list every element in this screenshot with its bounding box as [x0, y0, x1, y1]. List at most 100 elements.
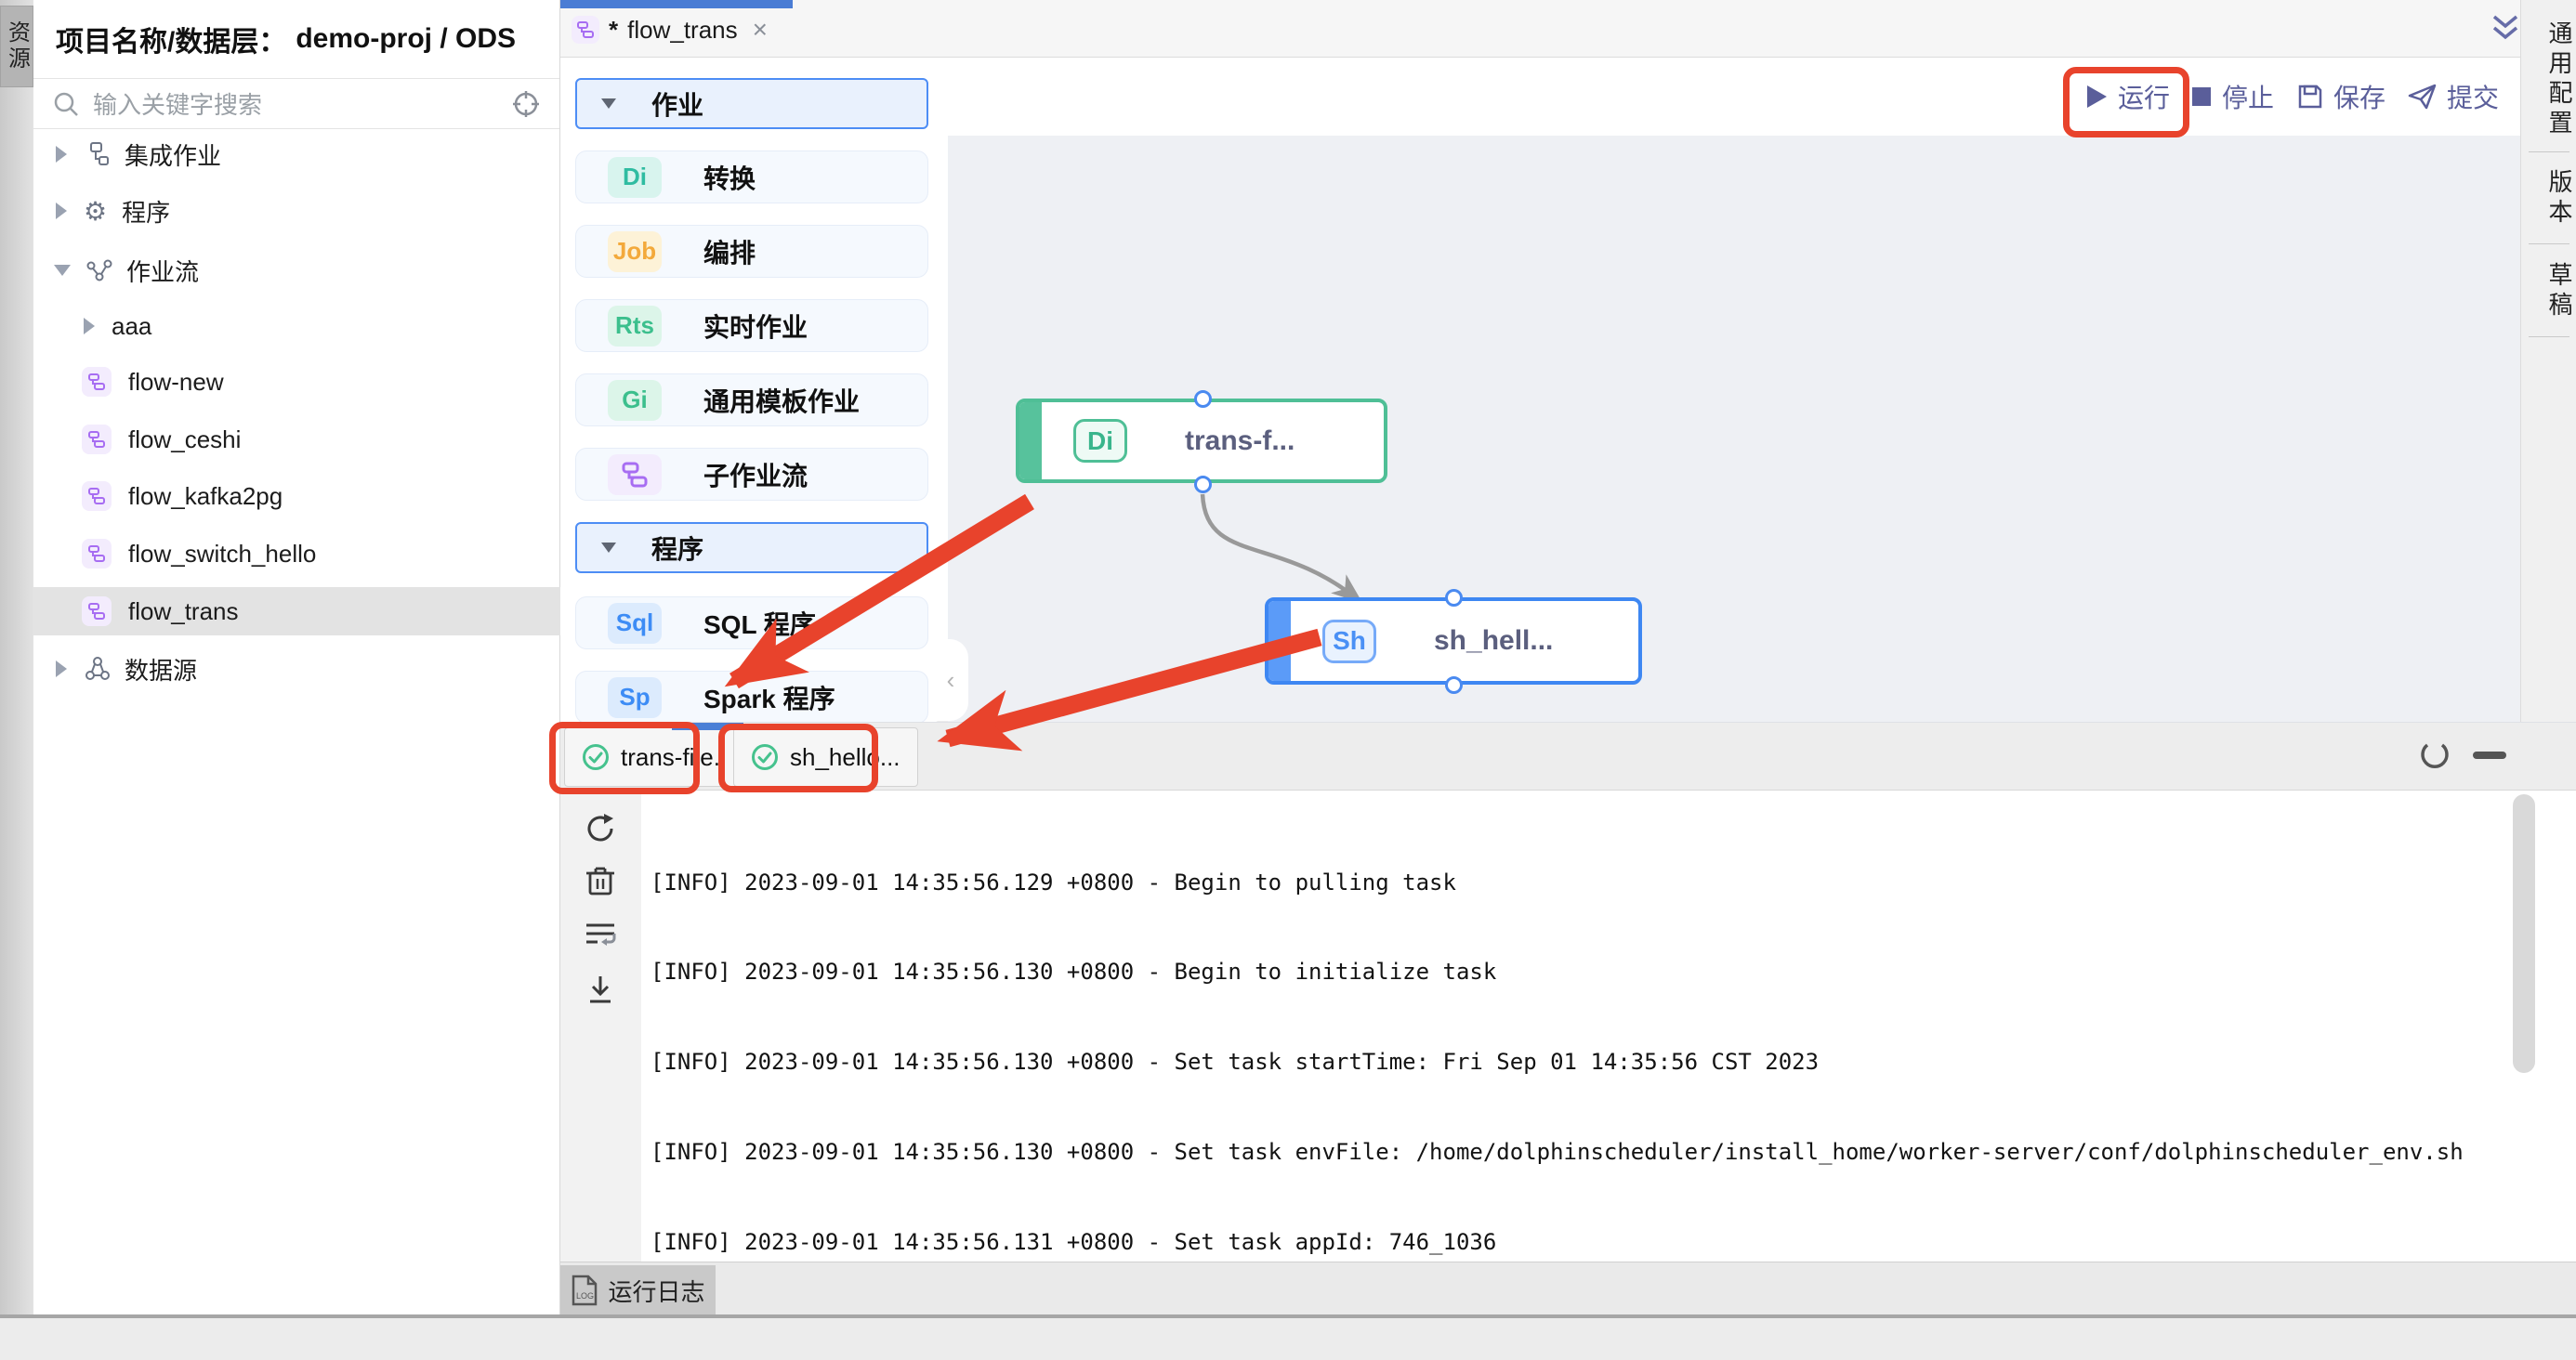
tab-label: flow_trans [627, 16, 738, 45]
tab-flow-trans[interactable]: * flow_trans × [572, 15, 768, 45]
caret-expanded-icon [601, 98, 616, 109]
task-tab-label: trans-file.. [621, 743, 727, 772]
sidebar-item-label: flow_switch_hello [128, 540, 316, 569]
save-button[interactable]: 保存 [2296, 58, 2385, 136]
subflow-icon [608, 454, 662, 495]
submit-button[interactable]: 提交 [2408, 58, 2499, 136]
minimize-panel-icon[interactable] [2473, 751, 2506, 760]
palette-item-label: 转换 [703, 159, 756, 196]
sidebar-item-label: flow_ceshi [128, 425, 241, 454]
palette-item-realtime-job[interactable]: Rts 实时作业 [575, 299, 928, 352]
run-button[interactable]: 运行 [2084, 58, 2170, 136]
task-tab-sh-hello[interactable]: sh_hello... [733, 727, 918, 787]
port-bottom[interactable] [1445, 676, 1463, 694]
flow-icon [82, 539, 112, 569]
palette-section-programs[interactable]: 程序 [575, 522, 928, 573]
sidebar: 项目名称/数据层： demo-proj / ODS 输入关键字搜索 集成作业 ⚙… [33, 0, 560, 1314]
sidebar-item-label: flow_trans [128, 597, 239, 626]
log-auto-refresh-icon[interactable] [2419, 740, 2451, 772]
tab-scroll-indicator [672, 723, 743, 730]
palette-item-orchestration[interactable]: Job 编排 [575, 225, 928, 278]
rail-tab-general-config[interactable]: 通用配置 [2521, 15, 2576, 145]
log-line: [INFO] 2023-09-01 14:35:56.130 +0800 - S… [651, 1137, 2543, 1167]
node-label: sh_hell... [1434, 625, 1553, 657]
caret-collapsed-icon[interactable] [56, 146, 67, 163]
refresh-log-icon[interactable] [583, 811, 618, 846]
node-sh-hello[interactable]: Sh sh_hell... [1265, 597, 1642, 685]
sidebar-item-flow-kafka2pg[interactable]: flow_kafka2pg [33, 472, 560, 520]
palette-item-spark-program[interactable]: Sp Spark 程序 [575, 671, 928, 724]
word-wrap-icon[interactable] [583, 917, 618, 952]
task-tab-trans-file[interactable]: trans-file.. [564, 727, 744, 787]
log-panel: [INFO] 2023-09-01 14:35:56.129 +0800 - B… [560, 791, 2576, 1262]
palette-item-label: Spark 程序 [703, 679, 835, 716]
tab-close-icon[interactable]: × [753, 15, 768, 45]
editor-tabbar: * flow_trans × [560, 0, 2520, 58]
caret-collapsed-icon[interactable] [84, 318, 95, 334]
sidebar-item-datasources[interactable]: 数据源 [33, 645, 560, 693]
caret-collapsed-icon[interactable] [56, 660, 67, 677]
run-log-tab[interactable]: LOG 运行日志 [560, 1265, 716, 1315]
log-output[interactable]: [INFO] 2023-09-01 14:35:56.129 +0800 - B… [651, 807, 2543, 1262]
port-top[interactable] [1194, 390, 1212, 408]
caret-collapsed-icon[interactable] [56, 203, 67, 219]
palette-item-label: 编排 [703, 233, 756, 270]
node-label: trans-f... [1185, 425, 1295, 457]
resources-rail-tab[interactable]: 资源 [0, 6, 33, 87]
flow-icon [82, 596, 112, 626]
sidebar-item-integration-jobs[interactable]: 集成作业 [33, 130, 560, 178]
palette-item-transform[interactable]: Di 转换 [575, 150, 928, 203]
sidebar-item-flow-new[interactable]: flow-new [33, 358, 560, 406]
search-bar: 输入关键字搜索 [33, 79, 559, 129]
task-tab-strip: trans-file.. sh_hello... [560, 722, 2576, 791]
sidebar-item-flow-switch-hello[interactable]: flow_switch_hello [33, 530, 560, 578]
sidebar-item-flow-ceshi[interactable]: flow_ceshi [33, 415, 560, 464]
palette-item-template-job[interactable]: Gi 通用模板作业 [575, 373, 928, 426]
locate-icon[interactable] [511, 89, 541, 119]
rail-tab-drafts[interactable]: 草稿 [2521, 258, 2576, 325]
stop-button[interactable]: 停止 [2190, 58, 2274, 136]
stop-icon [2190, 85, 2213, 108]
sidebar-item-label: 程序 [122, 194, 170, 229]
port-top[interactable] [1445, 589, 1463, 607]
sidebar-item-label: 集成作业 [125, 137, 221, 172]
workflow-icon [85, 256, 113, 284]
divider [2529, 151, 2569, 152]
integration-icon [84, 141, 110, 167]
run-log-tab-label: 运行日志 [608, 1274, 704, 1308]
sidebar-item-flow-trans[interactable]: flow_trans [33, 587, 560, 635]
caret-expanded-icon[interactable] [54, 265, 71, 276]
flow-icon [82, 367, 112, 397]
log-scrollbar[interactable] [2513, 794, 2535, 1073]
gear-icon: ⚙ [84, 196, 107, 227]
palette-section-jobs[interactable]: 作业 [575, 78, 928, 129]
app-window: 资源 项目名称/数据层： demo-proj / ODS 输入关键字搜索 集成作… [0, 0, 2576, 1360]
palette-item-subworkflow[interactable]: 子作业流 [575, 448, 928, 501]
clear-log-icon[interactable] [583, 863, 618, 898]
palette-section-label: 程序 [651, 530, 703, 567]
sidebar-item-label: 作业流 [126, 254, 199, 288]
sidebar-item-workflows[interactable]: 作业流 [33, 246, 560, 294]
caret-expanded-icon [601, 543, 616, 553]
rail-tab-versions[interactable]: 版本 [2521, 165, 2576, 232]
task-tab-label: sh_hello... [790, 743, 900, 772]
log-line: [INFO] 2023-09-01 14:35:56.131 +0800 - S… [651, 1227, 2543, 1257]
collapse-tabs-icon[interactable] [2491, 13, 2520, 45]
port-bottom[interactable] [1194, 476, 1212, 493]
sidebar-item-programs[interactable]: ⚙ 程序 [33, 187, 560, 235]
search-input[interactable]: 输入关键字搜索 [93, 86, 511, 121]
palette-item-label: SQL 程序 [703, 605, 816, 642]
sidebar-item-aaa[interactable]: aaa [33, 302, 560, 350]
download-log-icon[interactable] [583, 973, 618, 1008]
window-bottom-border [0, 1314, 2576, 1318]
rts-chip-icon: Rts [608, 306, 662, 347]
log-file-icon: LOG [571, 1275, 598, 1306]
project-header: 项目名称/数据层： demo-proj / ODS [33, 0, 559, 79]
edge-trans-to-sh[interactable] [1203, 494, 1359, 600]
palette-item-sql-program[interactable]: Sql SQL 程序 [575, 596, 928, 649]
save-button-label: 保存 [2333, 78, 2385, 115]
node-trans-file[interactable]: Di trans-f... [1016, 399, 1387, 483]
search-icon [52, 90, 80, 118]
footer-row: LOG 运行日志 [560, 1262, 2576, 1314]
node-color-bar [1019, 402, 1042, 479]
